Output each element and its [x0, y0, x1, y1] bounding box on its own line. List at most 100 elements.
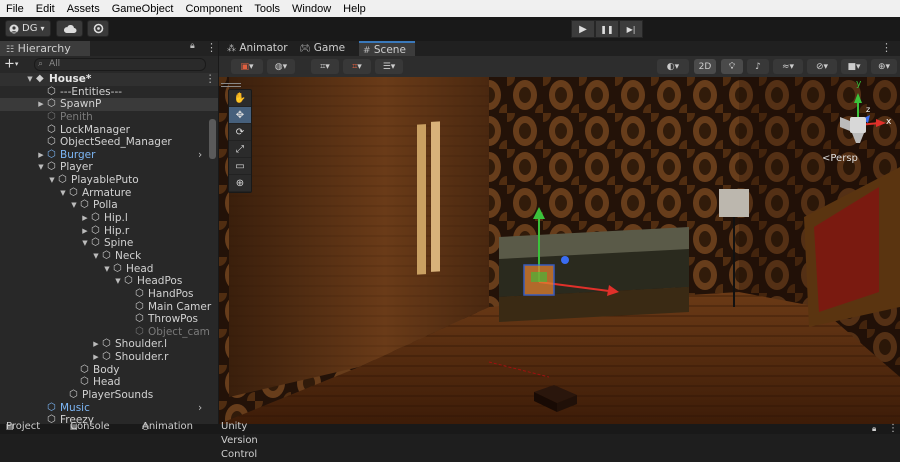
- hierarchy-row[interactable]: ⬡ Music ›: [0, 402, 218, 415]
- tab-game[interactable]: 🎮︎ Game: [295, 41, 361, 56]
- hierarchy-row[interactable]: ▶ ⬡ Hip.r: [0, 225, 218, 238]
- hierarchy-row[interactable]: ▼ ⬡ Neck: [0, 250, 218, 263]
- lock-icon[interactable]: 🔒︎: [190, 41, 195, 51]
- hierarchy-row[interactable]: ▶ ⬡ Shoulder.r: [0, 351, 218, 364]
- rect-tool[interactable]: ▭: [229, 158, 251, 175]
- menu-component[interactable]: Component: [179, 3, 248, 15]
- hierarchy-row[interactable]: ▶ ⬡ Hip.l: [0, 212, 218, 225]
- hierarchy-row[interactable]: ▼ ⬡ Armature: [0, 187, 218, 200]
- more-menu-icon[interactable]: ⋮: [205, 73, 216, 86]
- rect-icon: ▭: [235, 160, 245, 172]
- camera-dropdown[interactable]: ■ ▾: [841, 59, 867, 74]
- audio-toggle[interactable]: ♪: [747, 59, 769, 74]
- snap-increment-dropdown[interactable]: ⌗ ▾: [343, 59, 371, 74]
- move-tool[interactable]: ✥: [229, 107, 251, 124]
- hierarchy-row[interactable]: ▼ ⬡ Polla: [0, 199, 218, 212]
- effects-dropdown[interactable]: ≈ ▾: [773, 59, 803, 74]
- collab-button[interactable]: [87, 20, 109, 37]
- expanded-arrow-icon[interactable]: ▼: [48, 174, 56, 187]
- hierarchy-row[interactable]: ⬡ Penith: [0, 111, 218, 124]
- scene-tabbar: ⁂ Animator 🎮︎ Game # Scene ⋮: [219, 41, 900, 56]
- scene-viewport[interactable]: ✋ ✥ ⟳ ⤢ ▭ ⊕ y z x <Persp: [219, 77, 900, 424]
- step-button[interactable]: ▶|: [619, 20, 643, 38]
- add-object-button[interactable]: +▾: [4, 57, 28, 71]
- expanded-arrow-icon[interactable]: ▼: [81, 237, 89, 250]
- account-dropdown[interactable]: DG ▾: [5, 20, 51, 37]
- overlay-handle[interactable]: [221, 83, 241, 87]
- hierarchy-row[interactable]: ▶ ⬡ SpawnP: [0, 98, 218, 111]
- hierarchy-row-label: Spine: [104, 237, 134, 250]
- hierarchy-row[interactable]: ⬡ Head: [0, 376, 218, 389]
- scale-tool[interactable]: ⤢: [229, 141, 251, 158]
- hierarchy-row[interactable]: ▶ ⬡ Burger ›: [0, 149, 218, 162]
- hierarchy-row[interactable]: ▼ ⬡ Spine: [0, 237, 218, 250]
- hierarchy-row[interactable]: ⬡ PlayerSounds: [0, 389, 218, 402]
- menu-tools[interactable]: Tools: [248, 3, 286, 15]
- hierarchy-row[interactable]: ⬡ ThrowPos: [0, 313, 218, 326]
- transform-tool[interactable]: ⊕: [229, 175, 251, 192]
- chevron-right-icon[interactable]: ›: [198, 402, 202, 415]
- expanded-arrow-icon[interactable]: ▼: [37, 161, 45, 174]
- view-options-dropdown[interactable]: ☰ ▾: [375, 59, 403, 74]
- hierarchy-row-label: LockManager: [60, 123, 130, 136]
- hierarchy-search-input[interactable]: ⌕ All: [34, 58, 206, 71]
- hierarchy-row[interactable]: ⬡ Main Camer: [0, 301, 218, 314]
- collapsed-arrow-icon[interactable]: ▶: [81, 212, 89, 225]
- visibility-dropdown[interactable]: ⊘ ▾: [807, 59, 837, 74]
- more-menu-icon[interactable]: ⋮: [881, 41, 892, 54]
- hierarchy-row[interactable]: ▼ ⬡ Player: [0, 161, 218, 174]
- collapsed-arrow-icon[interactable]: ▶: [81, 225, 89, 238]
- hierarchy-row[interactable]: ▼ ⬡ PlayablePuto: [0, 174, 218, 187]
- cloud-button[interactable]: [56, 20, 83, 37]
- tab-hierarchy[interactable]: ☷ Hierarchy: [0, 41, 90, 56]
- menu-help[interactable]: Help: [337, 3, 372, 15]
- more-menu-icon[interactable]: ⋮: [206, 41, 217, 54]
- collapsed-arrow-icon[interactable]: ▶: [37, 149, 45, 162]
- menu-window[interactable]: Window: [286, 3, 337, 15]
- hierarchy-row[interactable]: ▶ ⬡ Shoulder.l: [0, 338, 218, 351]
- pause-button[interactable]: ❚❚: [595, 20, 619, 38]
- collapsed-arrow-icon[interactable]: ▶: [92, 351, 100, 364]
- hierarchy-row[interactable]: ⬡ LockManager: [0, 124, 218, 137]
- hierarchy-row[interactable]: ⬡ ---Entities---: [0, 86, 218, 99]
- collapsed-arrow-icon[interactable]: ▶: [92, 338, 100, 351]
- hand-tool[interactable]: ✋: [229, 90, 251, 107]
- lighting-toggle[interactable]: 💡︎: [721, 59, 743, 74]
- menu-edit[interactable]: Edit: [30, 3, 61, 15]
- gameobject-icon: ⬡: [47, 161, 56, 173]
- hierarchy-row[interactable]: ▼ ⬡ HeadPos: [0, 275, 218, 288]
- play-button[interactable]: ▶: [571, 20, 595, 38]
- expanded-arrow-icon[interactable]: ▼: [59, 187, 67, 200]
- gizmos-dropdown[interactable]: ⊕ ▾: [871, 59, 897, 74]
- tab-scene[interactable]: # Scene: [359, 41, 415, 56]
- hierarchy-row[interactable]: ⬡ Object_cam: [0, 326, 218, 339]
- expanded-arrow-icon[interactable]: ▼: [92, 250, 100, 263]
- menu-file[interactable]: File: [0, 3, 30, 15]
- chevron-right-icon[interactable]: ›: [198, 149, 202, 162]
- hierarchy-row[interactable]: ▼ ⬡ Head: [0, 263, 218, 276]
- grid-snap-dropdown[interactable]: ⌗ ▾: [311, 59, 339, 74]
- mode-2d-button[interactable]: 2D: [694, 59, 716, 74]
- hierarchy-scrollbar[interactable]: [209, 119, 216, 159]
- hierarchy-row[interactable]: ⬡ HandPos: [0, 288, 218, 301]
- hierarchy-row[interactable]: ⬡ ObjectSeed_Manager: [0, 136, 218, 149]
- orientation-gizmo[interactable]: y z x <Persp: [822, 79, 900, 171]
- expanded-arrow-icon[interactable]: ▼: [70, 199, 78, 212]
- tab-animator[interactable]: ⁂ Animator: [223, 41, 295, 56]
- hierarchy-row-label: Main Camer: [148, 300, 212, 313]
- global-dropdown[interactable]: ◍ ▾: [267, 59, 295, 74]
- menu-assets[interactable]: Assets: [61, 3, 106, 15]
- add-icon: +: [4, 56, 15, 72]
- expanded-arrow-icon[interactable]: ▼: [26, 73, 34, 86]
- scene-root-row[interactable]: ▼ ◆ House* ⋮: [0, 73, 218, 86]
- hierarchy-row[interactable]: ⬡ Body: [0, 364, 218, 377]
- collapsed-arrow-icon[interactable]: ▶: [37, 98, 45, 111]
- menu-gameobject[interactable]: GameObject: [106, 3, 180, 15]
- rotate-tool[interactable]: ⟳: [229, 124, 251, 141]
- render-mode-dropdown[interactable]: ◐ ▾: [657, 59, 689, 74]
- draw-mode-dropdown[interactable]: ▣ ▾: [231, 59, 263, 74]
- expanded-arrow-icon[interactable]: ▼: [114, 275, 122, 288]
- projection-label[interactable]: <Persp: [822, 153, 858, 164]
- hierarchy-row-label: Armature: [82, 186, 132, 199]
- expanded-arrow-icon[interactable]: ▼: [103, 263, 111, 276]
